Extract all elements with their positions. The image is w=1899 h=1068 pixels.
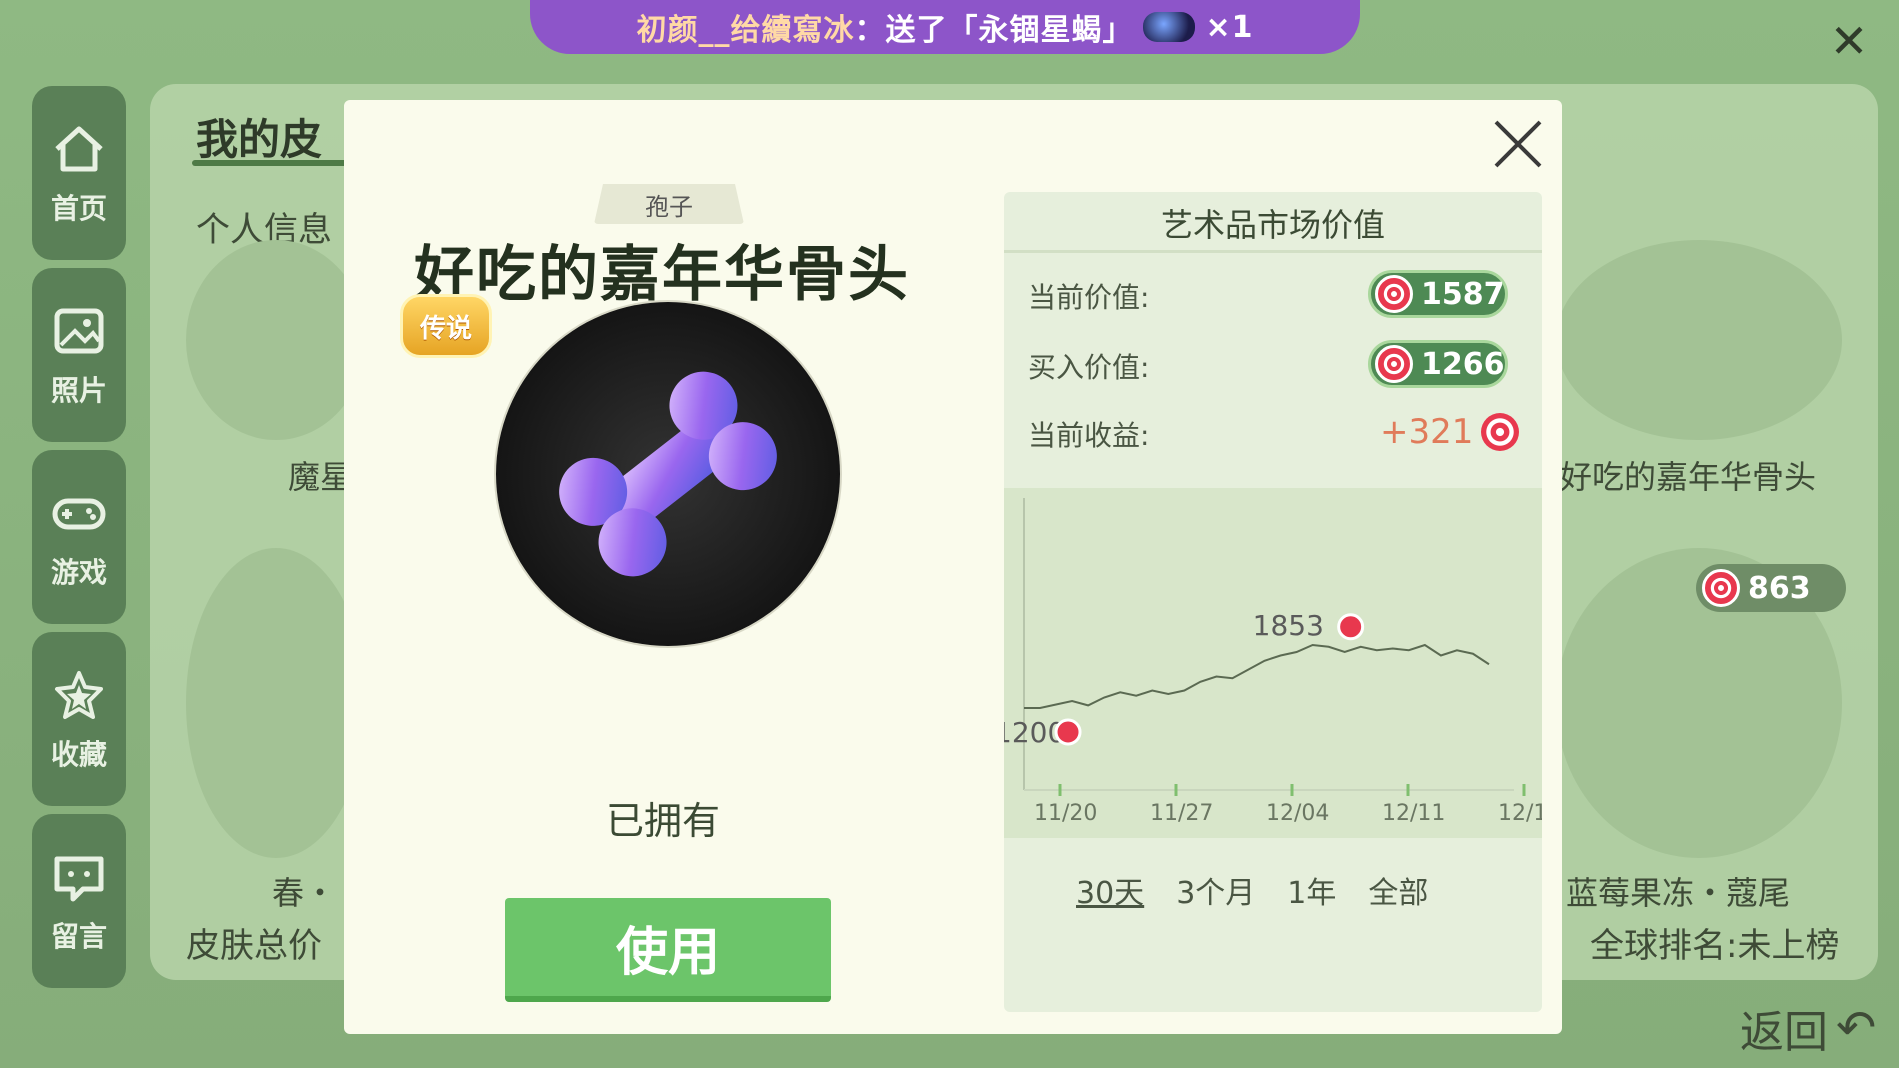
skin-price: 863 <box>1748 570 1811 606</box>
candy-icon <box>1375 275 1413 313</box>
period-1y[interactable]: 1年 <box>1287 868 1336 912</box>
item-preview <box>496 302 840 646</box>
nav-home[interactable]: 首页 <box>32 86 126 260</box>
chat-icon <box>54 856 104 902</box>
skin-slot[interactable] <box>186 240 366 440</box>
candy-icon <box>1375 345 1413 383</box>
use-button[interactable]: 使用 <box>505 898 831 1002</box>
gift-banner: 初颜__给 續寫冰 ：送了「永锢星蝎」 ×1 <box>530 0 1360 54</box>
nav-label: 收藏 <box>50 738 107 771</box>
star-icon <box>55 671 103 719</box>
candy-icon <box>1702 569 1740 607</box>
price-chart: 11/2011/2712/0412/1112/1812001853 <box>1004 498 1542 826</box>
x-tick-label: 12/11 <box>1382 801 1445 826</box>
current-profit-label: 当前收益: <box>1028 419 1150 452</box>
lollipop-icon <box>1481 413 1520 451</box>
banner-message: ：送了「永锢星蝎」 <box>854 13 1134 48</box>
nav-photo[interactable]: 照片 <box>32 268 126 442</box>
x-tick-label: 12/04 <box>1266 801 1329 826</box>
nav-label: 照片 <box>50 374 107 407</box>
banner-receiver: 續寫冰 <box>761 13 855 48</box>
category-tag: 孢子 <box>594 184 744 224</box>
buy-value-label: 买入价值: <box>1028 351 1150 384</box>
current-value-label: 当前价值: <box>1028 281 1150 314</box>
skin-slot[interactable] <box>1556 240 1842 440</box>
nav-label: 首页 <box>50 192 107 225</box>
x-tick-label: 11/27 <box>1150 801 1213 826</box>
home-icon <box>55 126 103 172</box>
banner-sender: 初颜__给 <box>636 13 762 48</box>
divider <box>1004 250 1542 253</box>
photo-icon <box>54 308 104 354</box>
bone-icon <box>559 371 777 577</box>
banner-count: ×1 <box>1205 9 1254 45</box>
skin-name: 好吃的嘉年华骨头 <box>1560 458 1817 496</box>
lollipop-marker <box>1337 613 1365 641</box>
x-tick-label: 11/20 <box>1034 801 1097 826</box>
data-label: 1853 <box>1253 609 1324 642</box>
nav-label: 游戏 <box>50 556 107 589</box>
nav-collection[interactable]: 收藏 <box>32 632 126 806</box>
gem-icon <box>1143 12 1196 42</box>
gamepad-icon <box>52 498 106 530</box>
current-profit: +321 <box>1380 412 1520 452</box>
item-title: 好吃的嘉年华骨头 <box>414 240 910 310</box>
period-30d[interactable]: 30天 <box>1076 868 1144 912</box>
market-title: 艺术品市场价值 <box>1160 206 1385 244</box>
period-all[interactable]: 全部 <box>1368 868 1428 912</box>
skin-name: 蓝莓果冻・蔻尾 <box>1566 874 1791 912</box>
rarity-badge: 传说 <box>400 294 492 358</box>
current-value: 1587 <box>1421 276 1505 312</box>
buy-value-pill: 1266 <box>1368 340 1508 388</box>
nav-label: 留言 <box>50 920 107 953</box>
skin-name: 春・ <box>272 874 337 912</box>
ownership-status: 已拥有 <box>606 799 721 843</box>
period-3m[interactable]: 3个月 <box>1176 868 1255 912</box>
buy-value: 1266 <box>1421 346 1505 382</box>
global-ranking: 全球排名:未上榜 <box>1590 926 1840 966</box>
nav-games[interactable]: 游戏 <box>32 450 126 624</box>
return-arrow-icon: ↶ <box>1836 1000 1877 1056</box>
back-label: 返回 <box>1740 1007 1828 1058</box>
close-icon[interactable] <box>1490 116 1546 172</box>
lollipop-marker <box>1054 718 1082 746</box>
period-selector: 30天 3个月 1年 全部 <box>1076 868 1428 912</box>
tab-my-skins[interactable]: 我的皮 <box>196 106 322 167</box>
total-value-label: 皮肤总价 <box>186 926 322 966</box>
x-tick-label: 12/18 <box>1498 801 1542 826</box>
tab-underline <box>192 160 362 166</box>
skin-name: 魔星 <box>288 458 353 496</box>
close-icon[interactable]: ✕ <box>1826 18 1872 64</box>
price-line <box>1024 643 1490 709</box>
nav-messages[interactable]: 留言 <box>32 814 126 988</box>
current-value-pill: 1587 <box>1368 270 1508 318</box>
skin-slot[interactable] <box>186 548 366 858</box>
back-button[interactable]: 返回 ↶ <box>1740 996 1876 1060</box>
current-profit-value: +321 <box>1380 412 1474 452</box>
skin-price-badge: 863 <box>1696 564 1846 612</box>
